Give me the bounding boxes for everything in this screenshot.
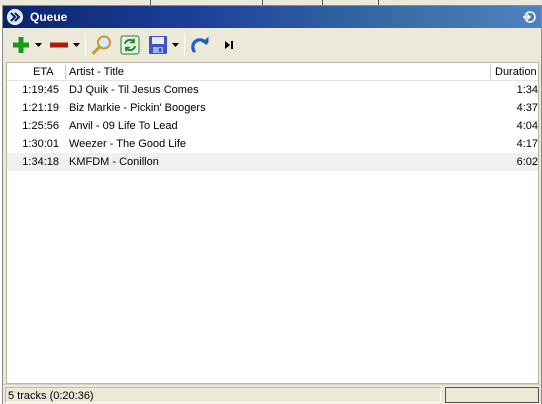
list-header: ETA Artist - Title Duration — [7, 63, 538, 81]
plus-icon — [13, 37, 29, 53]
title-cell: Biz Markie - Pickin' Boogers — [69, 102, 206, 114]
remove-dropdown[interactable] — [71, 33, 81, 57]
title-bar[interactable]: Queue — [3, 6, 541, 28]
duration-cell: 1:34 — [516, 84, 538, 96]
eta-cell: 1:34:18 — [22, 156, 59, 168]
table-row[interactable]: 1:25:56 Anvil - 09 Life To Lead 4:04 — [7, 117, 538, 135]
eta-cell: 1:25:56 — [22, 120, 59, 132]
table-row[interactable]: 1:30:01 Weezer - The Good Life 4:17 — [7, 135, 538, 153]
chevron-down-icon — [171, 43, 179, 47]
repeat-button[interactable] — [189, 33, 213, 57]
exit-icon[interactable] — [521, 9, 537, 25]
duration-cell: 4:17 — [516, 138, 538, 150]
remove-button[interactable] — [47, 33, 71, 57]
queue-window: Queue ETA Artist - Title Duration 1:19:4… — [2, 5, 542, 404]
redo-arrow-icon — [191, 36, 209, 53]
toolbar-separator — [85, 34, 86, 56]
status-pane — [445, 387, 539, 403]
eta-cell: 1:21:19 — [22, 102, 59, 114]
toolbar — [3, 28, 541, 62]
column-header-eta[interactable]: ETA — [33, 63, 54, 81]
status-text: 5 tracks (0:20:36) — [5, 387, 441, 403]
magnifier-icon — [92, 35, 111, 55]
column-header-title[interactable]: Artist - Title — [69, 63, 124, 81]
skip-next-icon — [225, 41, 233, 49]
table-row[interactable]: 1:21:19 Biz Markie - Pickin' Boogers 4:3… — [7, 99, 538, 117]
column-divider[interactable] — [490, 65, 491, 79]
chevron-down-icon — [72, 43, 80, 47]
eta-cell: 1:19:45 — [22, 84, 59, 96]
add-button[interactable] — [9, 33, 33, 57]
duration-cell: 6:02 — [516, 156, 538, 168]
table-row[interactable]: 1:34:18 KMFDM - Conillon 6:02 — [7, 153, 538, 171]
title-cell: Weezer - The Good Life — [69, 138, 186, 150]
chevron-down-icon — [34, 43, 42, 47]
save-button[interactable] — [146, 33, 170, 57]
save-dropdown[interactable] — [170, 33, 180, 57]
status-bar: 5 tracks (0:20:36) — [3, 384, 541, 404]
minus-icon — [50, 42, 68, 48]
queue-app-icon — [7, 9, 23, 25]
duration-cell: 4:04 — [516, 120, 538, 132]
window-title: Queue — [30, 10, 68, 24]
duration-cell: 4:37 — [516, 102, 538, 114]
eta-cell: 1:30:01 — [22, 138, 59, 150]
track-list[interactable]: ETA Artist - Title Duration 1:19:45 DJ Q… — [6, 62, 539, 384]
title-cell: KMFDM - Conillon — [69, 156, 159, 168]
title-cell: DJ Quik - Til Jesus Comes — [69, 84, 199, 96]
column-header-duration[interactable]: Duration — [495, 63, 537, 81]
floppy-icon — [149, 36, 167, 54]
skip-button[interactable] — [217, 33, 241, 57]
title-cell: Anvil - 09 Life To Lead — [69, 120, 178, 132]
add-dropdown[interactable] — [33, 33, 43, 57]
column-divider[interactable] — [65, 65, 66, 79]
table-row[interactable]: 1:19:45 DJ Quik - Til Jesus Comes 1:34 — [7, 81, 538, 99]
toolbar-separator — [184, 34, 185, 56]
refresh-button[interactable] — [118, 33, 142, 57]
refresh-icon — [120, 35, 140, 55]
search-button[interactable] — [90, 33, 114, 57]
